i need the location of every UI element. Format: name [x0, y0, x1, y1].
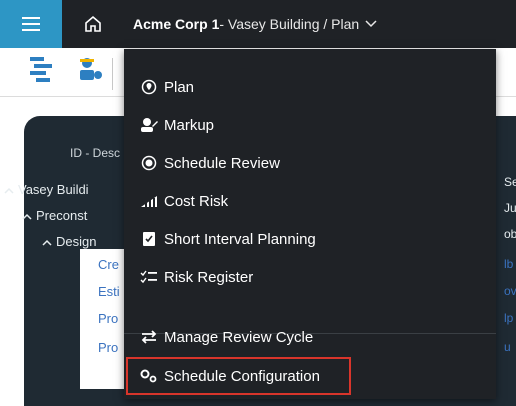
menu-item-short-interval-planning[interactable]: Short Interval Planning	[128, 221, 484, 257]
menu-item-plan[interactable]: Plan	[128, 69, 484, 105]
short-interval-planning-icon	[139, 229, 159, 249]
right-cell: u	[504, 340, 511, 354]
menu-item-schedule-review[interactable]: Schedule Review	[128, 145, 484, 181]
markup-icon	[139, 115, 159, 135]
tree-row[interactable]: Preconst	[22, 203, 87, 227]
menu-item-label: Cost Risk	[164, 192, 229, 210]
top-bar: Acme Corp 1 - Vasey Building / Plan	[0, 0, 516, 48]
menu-item-manage-review-cycle[interactable]: Manage Review Cycle	[128, 319, 484, 355]
right-cell: Se	[504, 175, 516, 189]
home-button[interactable]	[62, 0, 124, 48]
menu-item-cost-risk[interactable]: Cost Risk	[128, 183, 484, 219]
menu-item-label: Risk Register	[164, 268, 254, 286]
home-icon	[85, 15, 101, 32]
tree-row-label: Design	[56, 233, 97, 249]
right-cell: ob	[504, 227, 516, 241]
hamburger-menu-button[interactable]	[0, 0, 62, 48]
right-cell: lp	[504, 311, 514, 325]
right-cell: lb	[504, 257, 514, 271]
company-name: Acme Corp 1	[133, 16, 220, 32]
menu-item-label: Plan	[164, 78, 195, 96]
schedule-review-icon	[139, 153, 159, 173]
leaf-row-label[interactable]: Pro	[98, 311, 118, 326]
leaf-row-label[interactable]: Esti	[98, 284, 120, 299]
project-breadcrumb-dropdown[interactable]: Acme Corp 1 - Vasey Building / Plan	[133, 0, 377, 48]
highlight-box	[126, 357, 351, 395]
menu-item-label: Schedule Review	[164, 154, 280, 172]
manage-review-cycle-icon	[139, 327, 159, 347]
leaf-row-label[interactable]: Pro	[98, 340, 118, 355]
caret-up-icon[interactable]	[4, 182, 14, 197]
plan-icon	[139, 77, 159, 97]
tree-row-label: Vasey Buildi	[18, 181, 89, 197]
column-header-id: ID - Desc	[70, 146, 121, 160]
menu-item-risk-register[interactable]: Risk Register	[128, 259, 484, 295]
risk-register-icon	[139, 267, 159, 287]
project-location: - Vasey Building / Plan	[219, 16, 360, 32]
right-cell: ov	[504, 284, 516, 298]
menu-item-label: Manage Review Cycle	[164, 328, 314, 346]
chevron-down-icon	[365, 20, 377, 28]
resource-view-icon[interactable]	[77, 56, 103, 87]
module-dropdown-menu: Plan Markup Schedule Review Cost Risk Sh…	[124, 49, 496, 399]
right-column-strip	[500, 166, 516, 390]
hamburger-icon	[22, 17, 40, 31]
cost-risk-icon	[139, 191, 159, 211]
menu-item-markup[interactable]: Markup	[128, 107, 484, 143]
menu-item-label: Short Interval Planning	[164, 230, 316, 248]
leaf-row-label[interactable]: Cre	[98, 257, 119, 272]
right-cell: Ju	[504, 201, 516, 215]
menu-item-label: Markup	[164, 116, 215, 134]
toolbar-separator	[112, 58, 113, 90]
caret-up-icon[interactable]	[22, 208, 32, 223]
tree-row[interactable]: Vasey Buildi	[4, 177, 89, 201]
caret-up-icon[interactable]	[42, 234, 52, 249]
gantt-view-icon[interactable]	[30, 56, 52, 87]
tree-row-label: Preconst	[36, 207, 88, 223]
